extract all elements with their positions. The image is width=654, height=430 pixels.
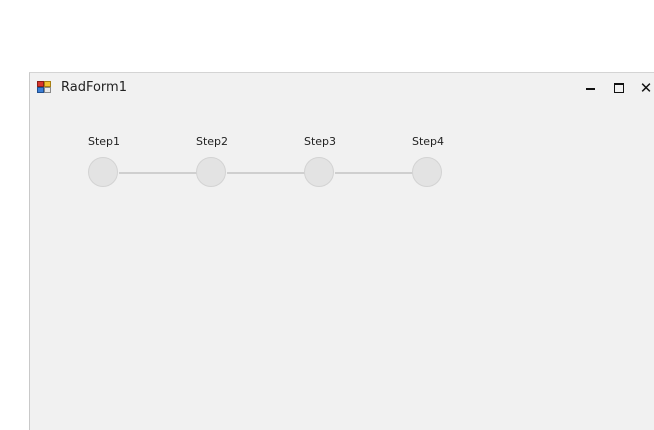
step-indicator[interactable] xyxy=(412,157,442,187)
step-4[interactable]: Step4 xyxy=(398,135,458,195)
step-3[interactable]: Step3 xyxy=(290,135,350,195)
step-label: Step1 xyxy=(87,135,121,148)
step-label: Step3 xyxy=(303,135,337,148)
step-label: Step2 xyxy=(195,135,229,148)
step-label: Step4 xyxy=(411,135,445,148)
rad-form-window: RadForm1 ✕ Step1 Step2 Step3 Step4 xyxy=(29,72,654,430)
step-2[interactable]: Step2 xyxy=(182,135,242,195)
stepper: Step1 Step2 Step3 Step4 xyxy=(30,73,654,203)
step-1[interactable]: Step1 xyxy=(74,135,134,195)
step-indicator[interactable] xyxy=(88,157,118,187)
step-indicator[interactable] xyxy=(196,157,226,187)
step-indicator[interactable] xyxy=(304,157,334,187)
